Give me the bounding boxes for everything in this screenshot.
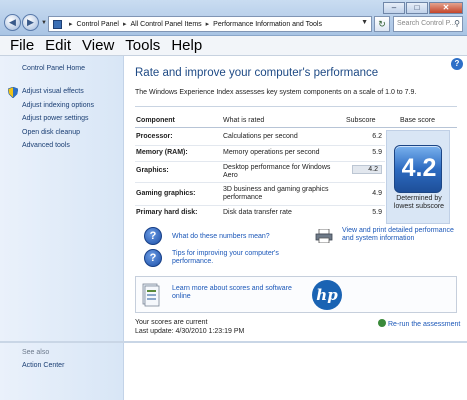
column-header-base-score: Base score: [400, 117, 436, 124]
row-gaming-graphics-subscore: 4.9: [372, 190, 382, 197]
search-icon[interactable]: ⚲: [454, 17, 460, 31]
rerun-label: Re-run the assessment: [388, 321, 461, 328]
print-details-link[interactable]: View and print detailed performance and …: [342, 227, 460, 243]
action-center-link[interactable]: Action Center: [22, 362, 64, 369]
column-header-component: Component: [136, 117, 175, 124]
see-also-heading: See also: [22, 349, 50, 356]
base-score-caption: Determined by lowest subscore: [393, 195, 445, 210]
software-document-icon: [142, 283, 160, 307]
maximize-icon[interactable]: □: [406, 2, 428, 14]
column-header-subscore: Subscore: [346, 117, 376, 124]
recent-pages-dropdown-icon[interactable]: ▼: [41, 20, 47, 26]
address-bar[interactable]: ▸ Control Panel ▸ All Control Panel Item…: [48, 16, 372, 32]
title-bar: – □ ✕ ◀ ▶ ▼ ▸ Control Panel ▸ All Contro…: [0, 0, 467, 36]
breadcrumb-separator-icon[interactable]: ▸: [206, 20, 210, 28]
menu-bar: File Edit View Tools Help: [0, 36, 467, 56]
row-hard-disk-subscore: 5.9: [372, 209, 382, 216]
question-icon[interactable]: ?: [144, 249, 162, 267]
rerun-assessment-link[interactable]: Re-run the assessment: [378, 319, 460, 328]
search-input[interactable]: Search Control P... ⚲: [393, 16, 463, 32]
breadcrumb-separator-icon[interactable]: ▸: [123, 20, 127, 28]
row-memory-subscore: 5.9: [372, 149, 382, 156]
base-score-panel: 4.2 Determined by lowest subscore: [386, 130, 450, 224]
main-content: ? Rate and improve your computer's perfo…: [124, 56, 467, 400]
base-score-value: 4.2: [401, 154, 437, 182]
learn-more-panel: Learn more about scores and software onl…: [135, 276, 457, 313]
shield-icon: [8, 87, 18, 98]
refresh-icon[interactable]: ↻: [374, 16, 390, 32]
sidebar-item-power-settings[interactable]: Adjust power settings: [22, 112, 94, 126]
rerun-icon: [378, 319, 386, 327]
row-memory-rated: Memory operations per second: [223, 149, 320, 156]
base-score-badge: 4.2: [394, 145, 442, 193]
sidebar: Control Panel Home Adjust visual effects…: [0, 56, 124, 400]
divider: [135, 161, 385, 162]
control-panel-home-link[interactable]: Control Panel Home: [22, 65, 85, 72]
breadcrumb-performance[interactable]: Performance Information and Tools: [213, 21, 322, 28]
row-memory-label: Memory (RAM):: [136, 149, 188, 156]
row-gaming-graphics-rated: 3D business and gaming graphics performa…: [223, 186, 329, 201]
sidebar-item-indexing-options[interactable]: Adjust indexing options: [22, 99, 94, 113]
learn-more-link[interactable]: Learn more about scores and software onl…: [172, 285, 302, 301]
menu-help[interactable]: Help: [171, 37, 202, 54]
navigation-buttons: ◀ ▶ ▼: [4, 14, 47, 31]
sidebar-item-visual-effects[interactable]: Adjust visual effects: [22, 85, 94, 99]
sidebar-item-advanced-tools[interactable]: Advanced tools: [22, 139, 94, 153]
question-icon[interactable]: ?: [144, 227, 162, 245]
row-processor-rated: Calculations per second: [223, 133, 298, 140]
what-numbers-link[interactable]: What do these numbers mean?: [172, 233, 270, 241]
menu-view[interactable]: View: [82, 37, 114, 54]
breadcrumb-control-panel[interactable]: Control Panel: [77, 21, 119, 28]
intro-text: The Windows Experience Index assesses ke…: [135, 89, 417, 96]
row-hard-disk-rated: Disk data transfer rate: [223, 209, 292, 216]
scores-status: Your scores are current: [135, 319, 208, 326]
search-placeholder: Search Control P...: [397, 20, 456, 27]
menu-edit[interactable]: Edit: [45, 37, 71, 54]
row-processor-label: Processor:: [136, 133, 173, 140]
window-controls: – □ ✕: [382, 2, 463, 14]
breadcrumb-all-items[interactable]: All Control Panel Items: [130, 21, 201, 28]
column-header-rated: What is rated: [223, 117, 265, 124]
divider: [135, 145, 385, 146]
last-update: Last update: 4/30/2010 1:23:19 PM: [135, 328, 245, 335]
control-panel-icon: [53, 19, 62, 29]
divider: [135, 182, 385, 183]
hp-logo: hp: [312, 280, 342, 310]
page-title: Rate and improve your computer's perform…: [135, 67, 379, 79]
minimize-icon[interactable]: –: [383, 2, 405, 14]
printer-icon[interactable]: [315, 229, 333, 243]
menu-tools[interactable]: Tools: [125, 37, 160, 54]
breadcrumb-separator-icon[interactable]: ▸: [69, 20, 73, 28]
divider: [135, 106, 457, 107]
back-arrow-icon[interactable]: ◀: [4, 14, 21, 31]
sidebar-item-disk-cleanup[interactable]: Open disk cleanup: [22, 126, 94, 140]
row-graphics-subscore: 4.2: [352, 165, 382, 174]
row-gaming-graphics-label: Gaming graphics:: [136, 190, 196, 197]
row-graphics-label: Graphics:: [136, 167, 169, 174]
divider: [135, 127, 457, 128]
menu-file[interactable]: File: [10, 37, 34, 54]
row-processor-subscore: 6.2: [372, 133, 382, 140]
address-dropdown-icon[interactable]: ▼: [361, 19, 368, 26]
row-graphics-rated: Desktop performance for Windows Aero: [223, 164, 331, 179]
divider: [135, 205, 385, 206]
forward-arrow-icon[interactable]: ▶: [22, 14, 39, 31]
help-icon[interactable]: ?: [451, 58, 463, 70]
close-icon[interactable]: ✕: [429, 2, 463, 14]
tips-link[interactable]: Tips for improving your computer's perfo…: [172, 250, 292, 266]
window-bottom-edge: [0, 341, 467, 343]
row-hard-disk-label: Primary hard disk:: [136, 209, 198, 216]
